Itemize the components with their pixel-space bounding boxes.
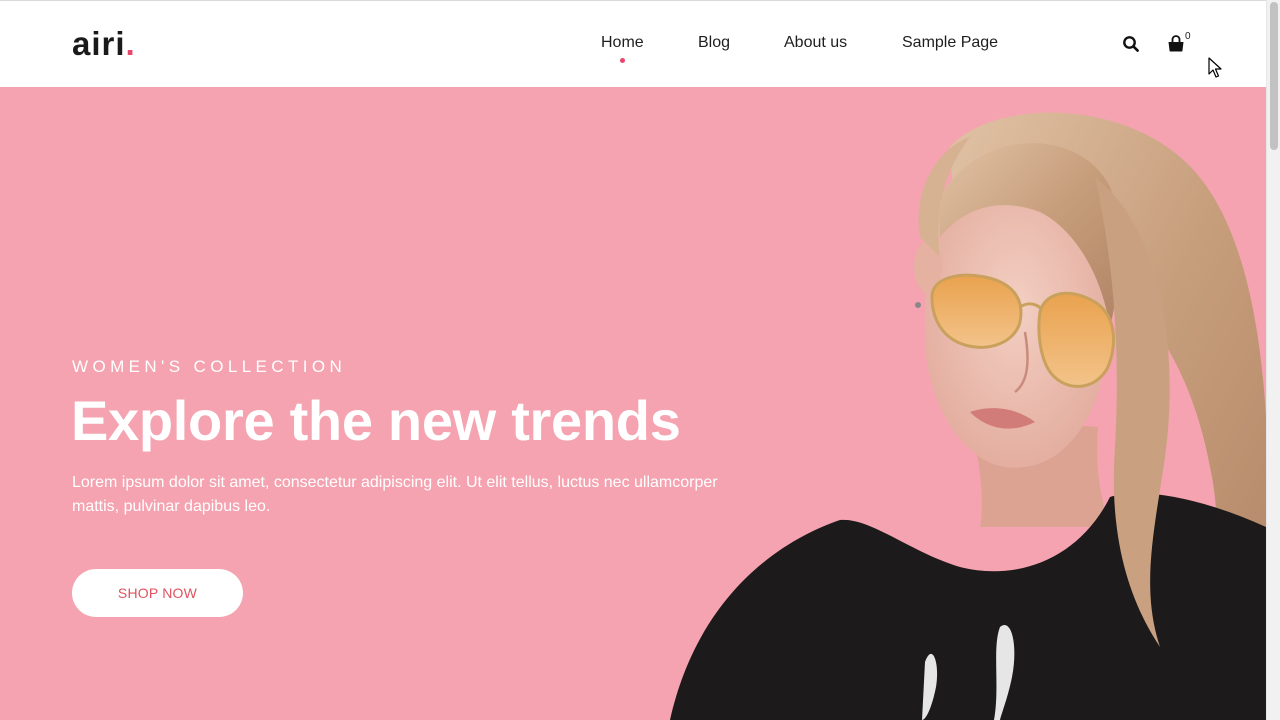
hero-subtitle: WOMEN'S COLLECTION [72, 357, 347, 376]
page-scrollbar[interactable] [1266, 0, 1280, 720]
shop-now-button[interactable]: SHOP NOW [72, 569, 243, 617]
search-icon[interactable] [1122, 35, 1140, 53]
hero-model-photo [670, 112, 1266, 720]
hero-section: WOMEN'S COLLECTION Explore the new trend… [0, 87, 1266, 720]
shopping-bag-icon[interactable] [1166, 34, 1186, 54]
mouse-cursor-icon [1208, 57, 1222, 78]
nav-item-blog[interactable]: Blog [698, 33, 730, 53]
nav-item-home[interactable]: Home [601, 33, 644, 63]
nav-item-label: About us [784, 34, 848, 51]
nav-item-label: Sample Page [902, 34, 999, 51]
scrollbar-thumb[interactable] [1270, 2, 1278, 150]
logo-dot: . [125, 25, 136, 62]
site-logo[interactable]: airi. [72, 24, 136, 64]
active-indicator-dot [620, 58, 626, 63]
site-header: airi. Home Blog About us Sample Page 0 [0, 1, 1266, 87]
hero-headline: Explore the new trends [71, 389, 681, 452]
nav-item-sample-page[interactable]: Sample Page [902, 33, 998, 53]
nav-item-label: Home [601, 34, 644, 51]
logo-text: airi [72, 25, 126, 62]
nav-item-label: Blog [698, 34, 731, 51]
hero-description: Lorem ipsum dolor sit amet, consectetur … [72, 474, 718, 515]
nav-item-about-us[interactable]: About us [784, 33, 847, 53]
cart-count-badge: 0 [1185, 31, 1191, 42]
